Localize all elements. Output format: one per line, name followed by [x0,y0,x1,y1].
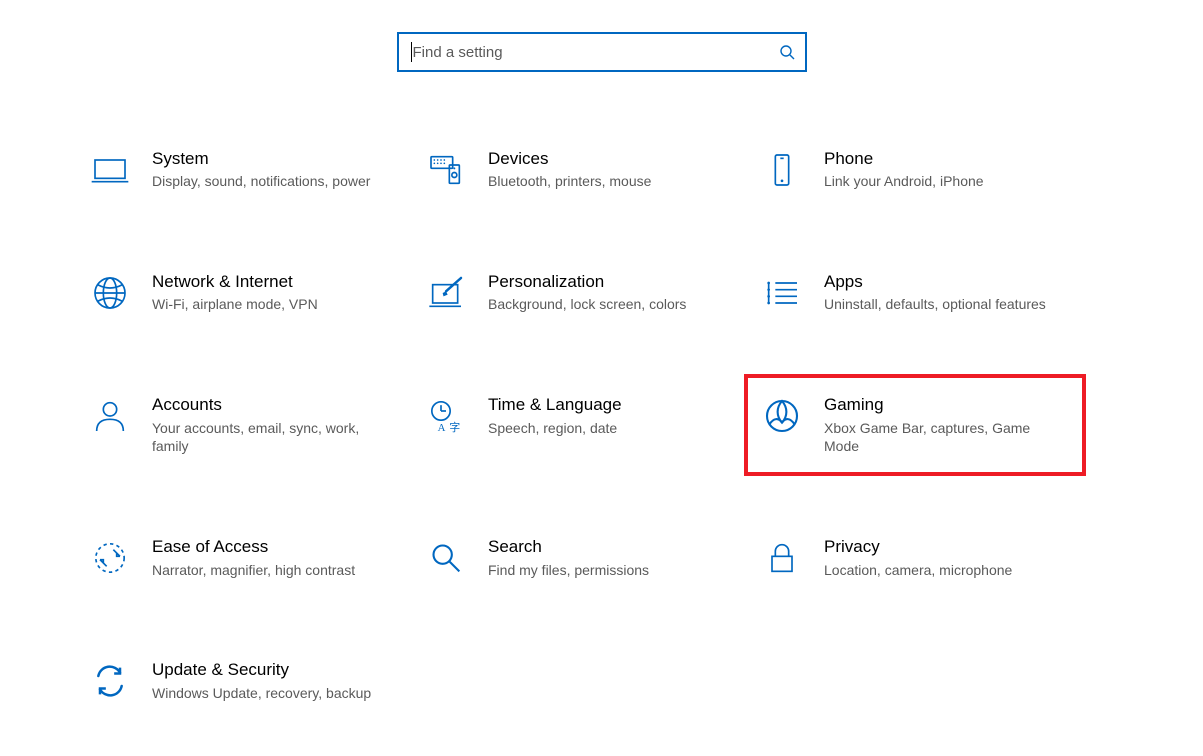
tile-title: Time & Language [488,394,732,415]
tile-title: Gaming [824,394,1068,415]
tile-title: Apps [824,271,1068,292]
text-caret [411,42,412,62]
search-icon [779,44,795,60]
tile-title: Phone [824,148,1068,169]
tile-title: Accounts [152,394,396,415]
tile-title: Network & Internet [152,271,396,292]
person-icon [90,396,130,436]
tile-desc: Your accounts, email, sync, work, family [152,419,396,457]
tile-system[interactable]: System Display, sound, notifications, po… [88,144,398,195]
settings-grid: System Display, sound, notifications, po… [88,144,1070,707]
tile-accounts[interactable]: Accounts Your accounts, email, sync, wor… [88,390,398,460]
tile-time-language[interactable]: Time & Language Speech, region, date [424,390,734,460]
search-box[interactable] [397,32,807,72]
phone-icon [762,150,802,190]
search-input[interactable] [411,43,779,62]
tile-desc: Uninstall, defaults, optional features [824,295,1068,314]
magnifier-icon [426,538,466,578]
tile-update-security[interactable]: Update & Security Windows Update, recove… [88,655,398,706]
sync-icon [90,661,130,701]
tile-desc: Bluetooth, printers, mouse [488,172,732,191]
tile-desc: Speech, region, date [488,419,732,438]
tile-title: Search [488,536,732,557]
tile-phone[interactable]: Phone Link your Android, iPhone [760,144,1070,195]
tile-title: Privacy [824,536,1068,557]
tile-search[interactable]: Search Find my files, permissions [424,532,734,583]
tile-desc: Location, camera, microphone [824,561,1068,580]
tile-desc: Link your Android, iPhone [824,172,1068,191]
devices-icon [426,150,466,190]
tile-title: Personalization [488,271,732,292]
tile-desc: Display, sound, notifications, power [152,172,396,191]
tile-title: Devices [488,148,732,169]
tile-title: Ease of Access [152,536,396,557]
tile-apps[interactable]: Apps Uninstall, defaults, optional featu… [760,267,1070,318]
tile-desc: Windows Update, recovery, backup [152,684,396,703]
tile-personalization[interactable]: Personalization Background, lock screen,… [424,267,734,318]
tile-title: Update & Security [152,659,396,680]
tile-ease-of-access[interactable]: Ease of Access Narrator, magnifier, high… [88,532,398,583]
tile-title: System [152,148,396,169]
tile-desc: Wi-Fi, airplane mode, VPN [152,295,396,314]
tile-desc: Narrator, magnifier, high contrast [152,561,396,580]
tile-desc: Find my files, permissions [488,561,732,580]
accessibility-icon [90,538,130,578]
paintbrush-icon [426,273,466,313]
tile-desc: Xbox Game Bar, captures, Game Mode [824,419,1068,457]
tile-privacy[interactable]: Privacy Location, camera, microphone [760,532,1070,583]
tile-devices[interactable]: Devices Bluetooth, printers, mouse [424,144,734,195]
tile-gaming[interactable]: Gaming Xbox Game Bar, captures, Game Mod… [760,390,1070,460]
clock-language-icon [426,396,466,436]
apps-list-icon [762,273,802,313]
system-icon [90,150,130,190]
lock-icon [762,538,802,578]
tile-desc: Background, lock screen, colors [488,295,732,314]
globe-icon [90,273,130,313]
tile-network[interactable]: Network & Internet Wi-Fi, airplane mode,… [88,267,398,318]
xbox-icon [762,396,802,436]
